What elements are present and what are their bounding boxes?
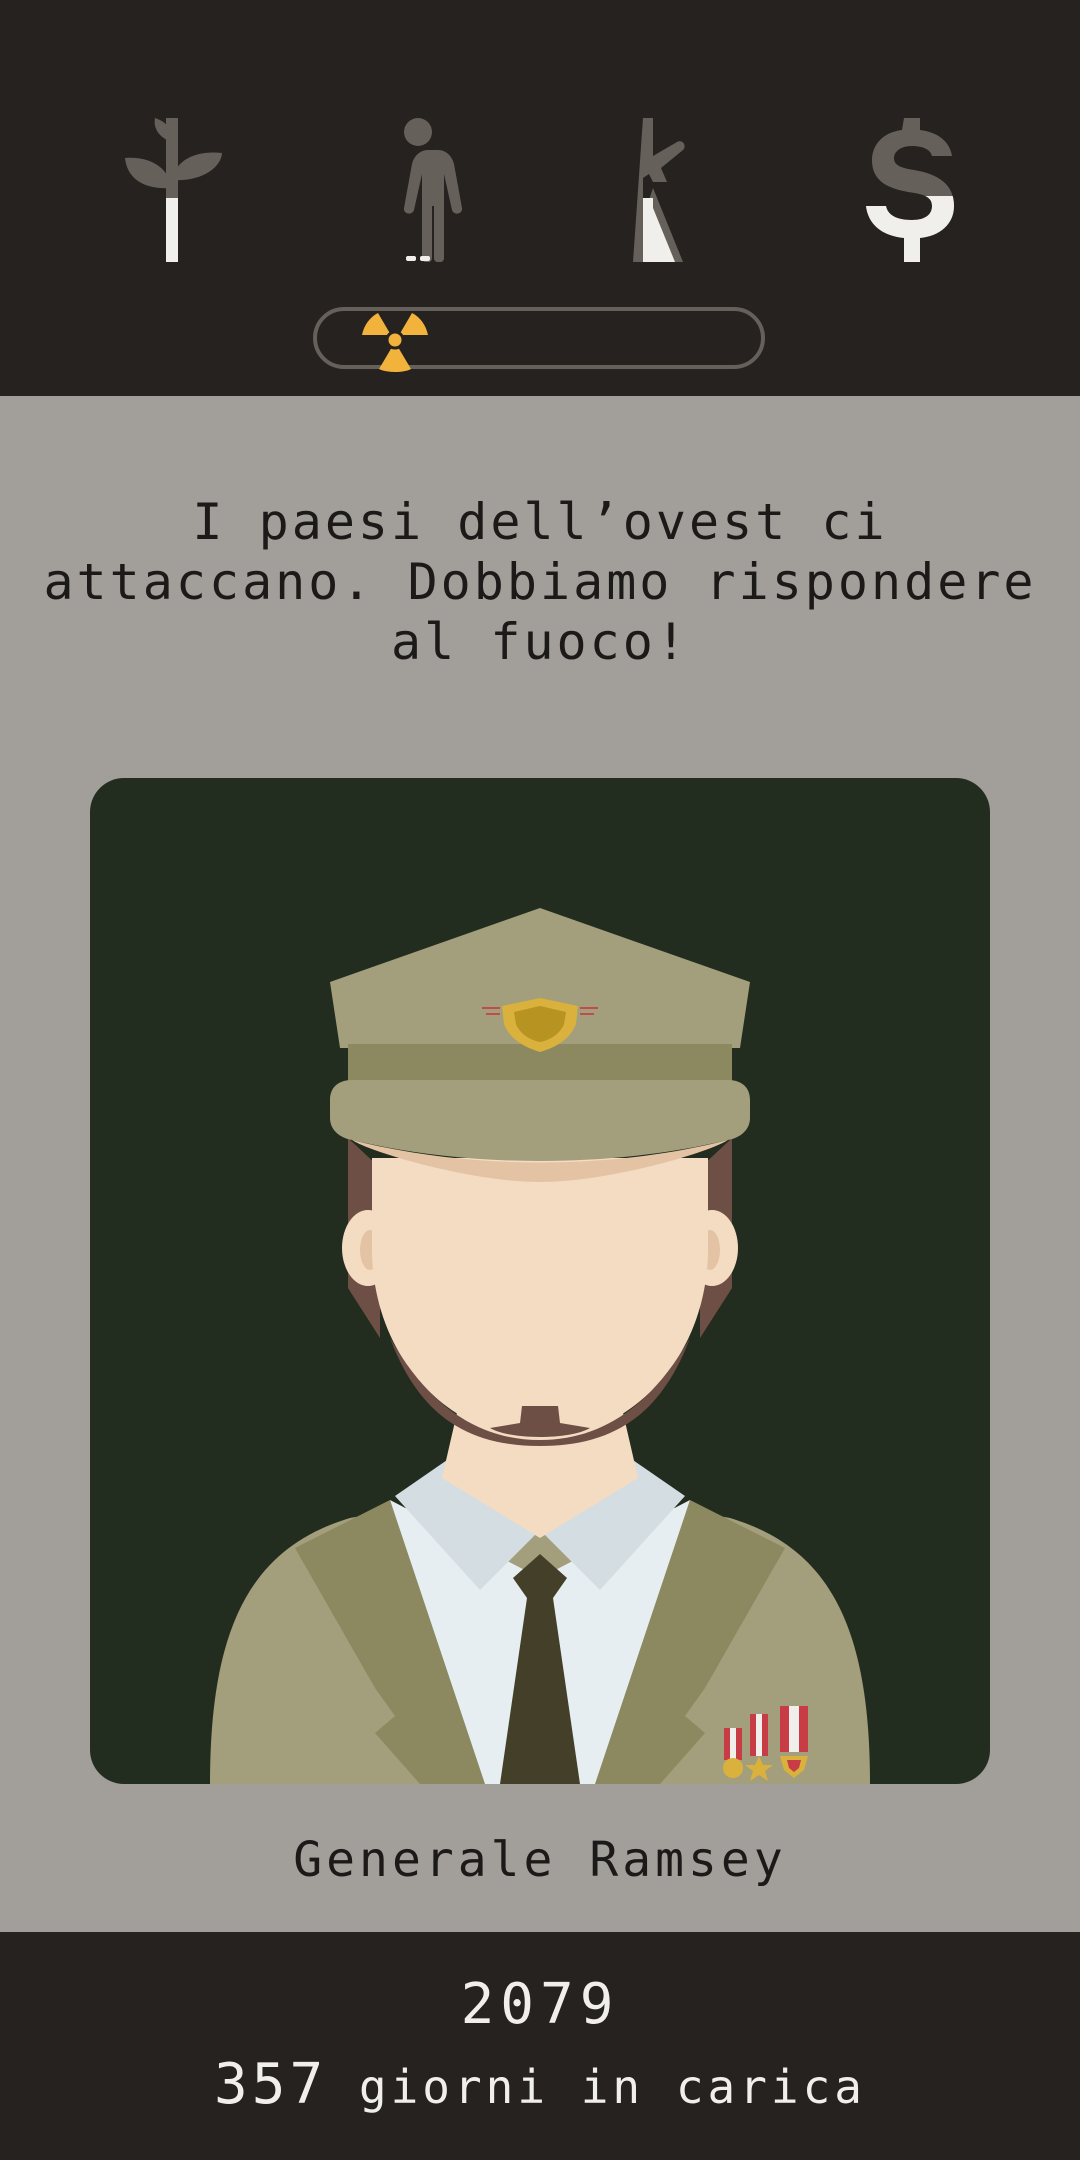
radiation-icon bbox=[362, 311, 428, 373]
character-name: Generale Ramsey bbox=[293, 1832, 787, 1888]
rifle-icon bbox=[613, 118, 723, 262]
nuclear-meter bbox=[313, 307, 765, 372]
days-count: 357 bbox=[214, 2052, 328, 2117]
person-icon bbox=[368, 118, 478, 262]
stats-bar bbox=[0, 0, 1080, 396]
year-label: 2079 bbox=[460, 1972, 620, 2037]
days-label: giorni in carica bbox=[358, 2060, 866, 2114]
general-portrait bbox=[210, 908, 870, 1784]
question-text: I paesi dell’ovest ci attaccano. Dobbiam… bbox=[43, 493, 1037, 671]
leaf-plant-icon bbox=[123, 118, 233, 262]
days-in-office: 357 giorni in carica bbox=[0, 2052, 1080, 2117]
dollar-icon bbox=[858, 118, 968, 262]
footer-bar: 2079 357 giorni in carica bbox=[0, 1932, 1080, 2160]
general-portrait-card[interactable] bbox=[90, 778, 990, 1784]
